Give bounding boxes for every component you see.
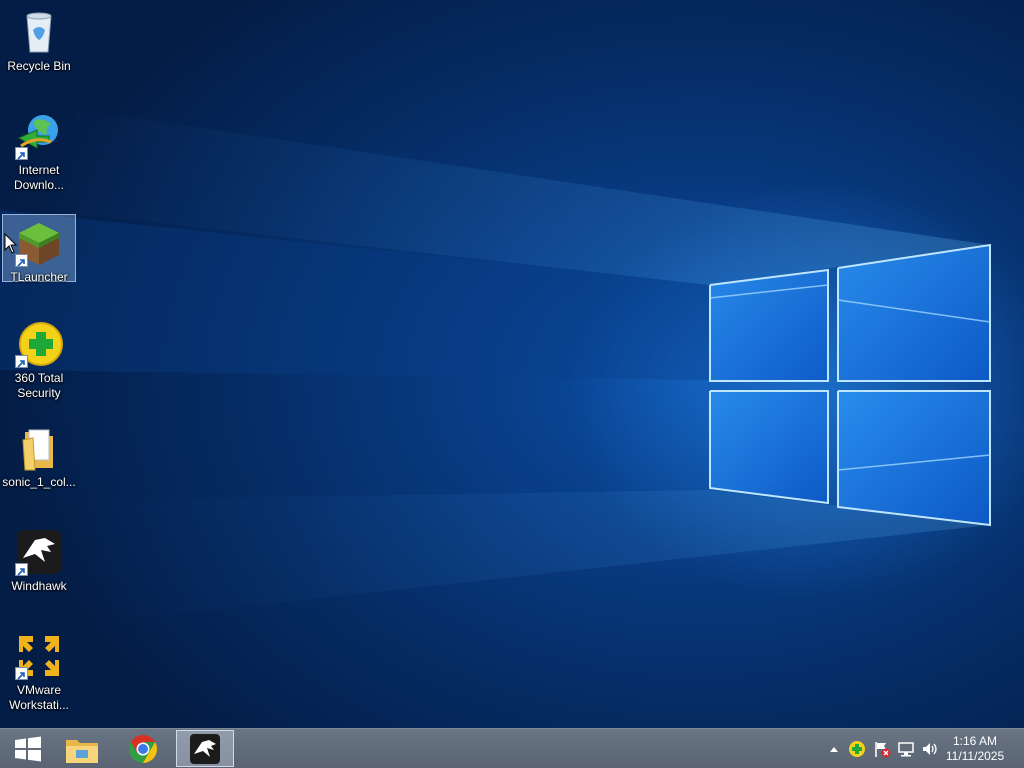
taskbar-windhawk-button[interactable]	[176, 730, 234, 767]
start-button[interactable]	[0, 730, 56, 767]
start-icon	[15, 736, 41, 761]
action-center-flag-icon	[875, 742, 891, 758]
internet-download-manager-icon	[15, 112, 63, 160]
recycle-bin-icon	[15, 8, 63, 56]
file-explorer-icon	[66, 739, 98, 763]
windhawk-icon	[15, 528, 63, 576]
chrome-icon	[129, 734, 157, 763]
desktop-icon-label: Windhawk	[11, 579, 67, 593]
tlauncher-grass-block-icon	[15, 219, 63, 267]
desktop-icon-label: sonic_1_col...	[2, 475, 76, 489]
volume-icon	[923, 743, 937, 755]
taskbar-file-explorer-button[interactable]	[54, 730, 110, 767]
action-center-tray-button[interactable]	[872, 739, 892, 759]
desktop-icon-label: VMware Workstati...	[9, 683, 69, 712]
desktop-icon-360-total-security[interactable]: 360 Total Security	[2, 316, 76, 400]
taskbar: 1:16 AM 11/11/2025	[0, 728, 1024, 768]
clock-date: 11/11/2025	[945, 749, 1005, 763]
shortcut-arrow-icon	[15, 563, 28, 576]
network-icon	[898, 742, 914, 757]
shortcut-arrow-icon	[15, 147, 28, 160]
shortcut-arrow-icon	[15, 355, 28, 368]
volume-tray-button[interactable]	[920, 739, 940, 759]
desktop-icon-label: Internet Downlo...	[13, 163, 65, 192]
360-security-tray-button[interactable]	[847, 739, 867, 759]
desktop-icon-windhawk[interactable]: Windhawk	[2, 524, 76, 593]
windhawk-icon	[190, 733, 220, 764]
taskbar-chrome-button[interactable]	[115, 730, 171, 767]
360-security-tray-icon	[849, 741, 865, 757]
folder-icon	[15, 424, 63, 472]
desktop-icon-label: TLauncher	[10, 270, 68, 284]
shortcut-arrow-icon	[15, 254, 28, 267]
clock[interactable]: 1:16 AM 11/11/2025	[940, 734, 1010, 764]
desktop-icon-sonic-folder[interactable]: sonic_1_col...	[2, 420, 76, 489]
desktop-icon-internet-download-manager[interactable]: Internet Downlo...	[2, 108, 76, 192]
vmware-workstation-icon	[15, 632, 63, 680]
show-hidden-icons-button[interactable]	[824, 739, 844, 759]
desktop-icon-label: 360 Total Security	[14, 371, 64, 400]
desktop-icon-recycle-bin[interactable]: Recycle Bin	[2, 4, 76, 73]
desktop-icon-label: Recycle Bin	[7, 59, 71, 73]
shortcut-arrow-icon	[15, 667, 28, 680]
desktop-icon-vmware-workstation[interactable]: VMware Workstati...	[2, 628, 76, 712]
360-total-security-icon	[15, 320, 63, 368]
windows-logo-wallpaper	[0, 110, 991, 620]
desktop-background[interactable]: Recycle Bin Internet Downlo... TLauncher…	[0, 0, 1024, 728]
mouse-cursor-icon	[4, 233, 18, 254]
network-tray-button[interactable]	[896, 739, 916, 759]
chevron-up-icon	[830, 747, 838, 752]
clock-time: 1:16 AM	[952, 734, 998, 748]
